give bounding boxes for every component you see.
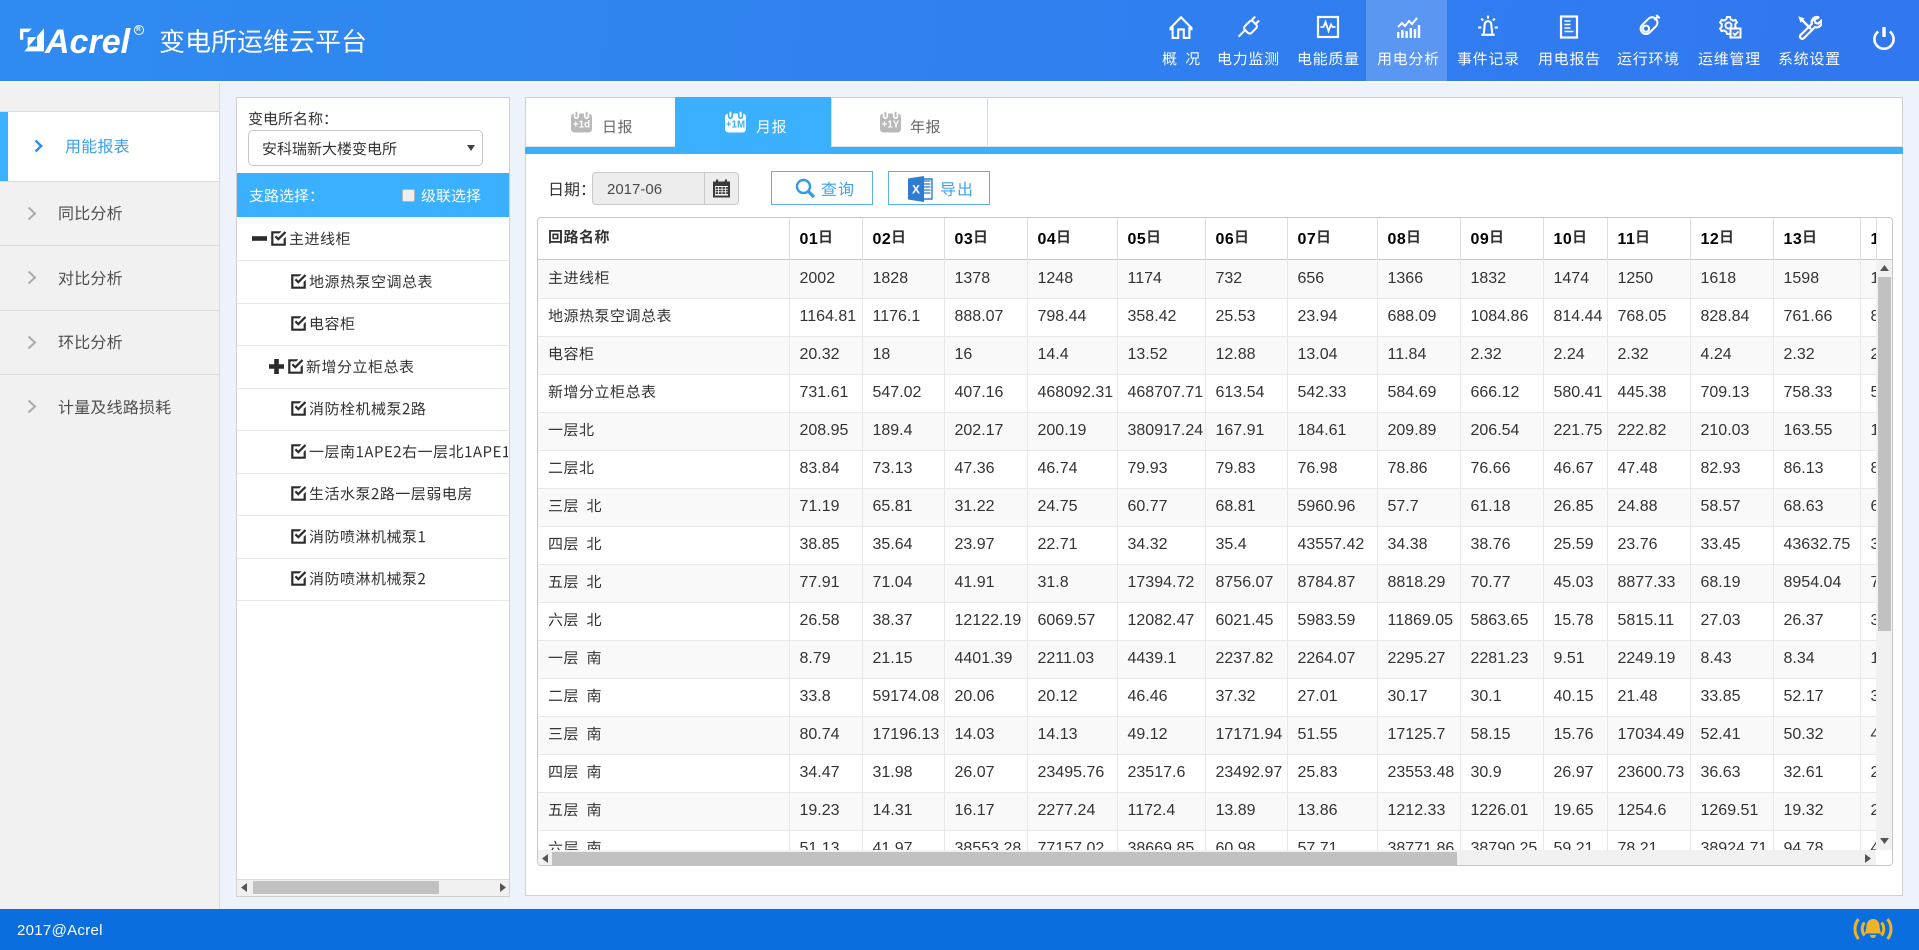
svg-text:+1Y: +1Y: [882, 120, 900, 131]
svg-text:X: X: [912, 183, 920, 197]
svg-text:+1M: +1M: [726, 120, 745, 131]
svg-text:+1d: +1d: [573, 120, 590, 131]
